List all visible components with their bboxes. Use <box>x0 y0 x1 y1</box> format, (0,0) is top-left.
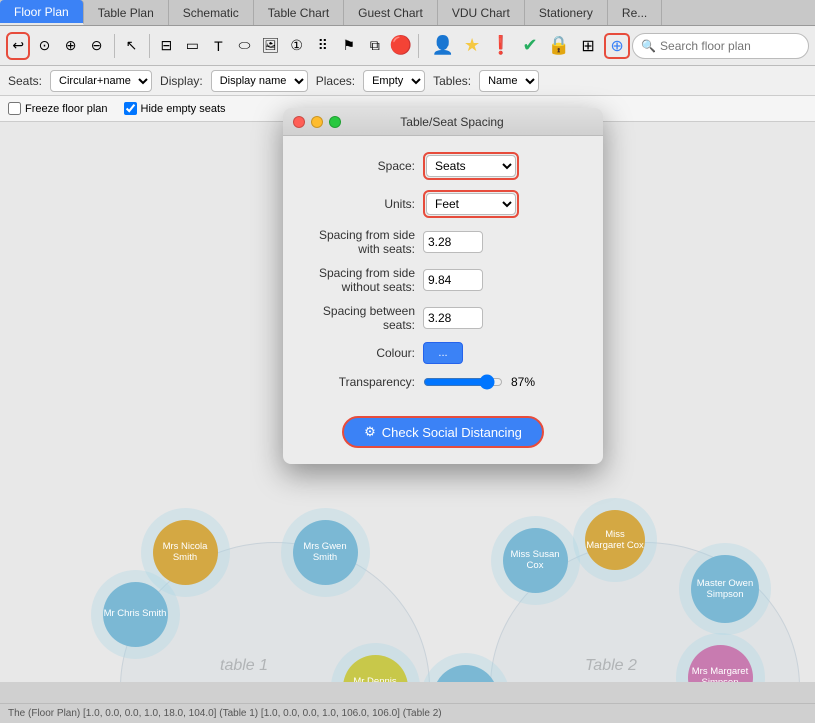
status-bar: The (Floor Plan) [1.0, 0.0, 0.0, 1.0, 18… <box>0 703 815 723</box>
ruler-tool[interactable]: ⊟ <box>154 32 178 60</box>
color-tool[interactable]: 🔴 <box>389 32 413 60</box>
search-box: 🔍 <box>632 33 809 59</box>
tab-re[interactable]: Re... <box>608 0 662 25</box>
spacing-between-input[interactable] <box>423 307 483 329</box>
tab-stationery[interactable]: Stationery <box>525 0 608 25</box>
rect-tool[interactable]: ▭ <box>180 32 204 60</box>
zoom-out-button[interactable]: ⊖ <box>85 32 109 60</box>
spacing-between-label: Spacing between seats: <box>303 304 423 332</box>
grid-icon[interactable]: ⊞ <box>575 33 601 59</box>
space-label: Space: <box>303 159 423 173</box>
spacing-side-seats-label: Spacing from side with seats: <box>303 228 423 256</box>
colour-button[interactable]: ... <box>423 342 463 364</box>
number-tool[interactable]: ① <box>285 32 309 60</box>
tab-table-chart[interactable]: Table Chart <box>254 0 344 25</box>
spacing-side-no-seats-row: Spacing from side without seats: <box>303 266 583 294</box>
seats-select[interactable]: Circular+name <box>50 70 152 92</box>
gear-icon: ⚙ <box>364 424 376 440</box>
hide-empty-label[interactable]: Hide empty seats <box>124 102 226 115</box>
places-label: Places: <box>316 74 355 88</box>
exclaim-icon[interactable]: ❗ <box>488 33 514 59</box>
transparency-slider[interactable] <box>423 374 503 390</box>
transparency-row: Transparency: 87% <box>303 374 583 390</box>
seat-10[interactable]: Master Owen Simpson <box>691 555 759 623</box>
spacing-between-row: Spacing between seats: <box>303 304 583 332</box>
dialog-body: Space: Seats Tables Units: Feet Metres <box>283 136 603 416</box>
display-select[interactable]: Display name <box>211 70 308 92</box>
tab-guest-chart[interactable]: Guest Chart <box>344 0 438 25</box>
separator3 <box>418 34 419 58</box>
freeze-label[interactable]: Freeze floor plan <box>8 102 108 115</box>
seat-8[interactable]: Miss Susan Cox <box>503 528 568 593</box>
display-label: Display: <box>160 74 203 88</box>
spacing-side-no-seats-input[interactable] <box>423 269 483 291</box>
transparency-label: Transparency: <box>303 375 423 389</box>
zoom-in-button[interactable]: ⊕ <box>59 32 83 60</box>
seat-9[interactable]: Miss Margaret Cox <box>585 510 645 570</box>
transparency-control: 87% <box>423 374 535 390</box>
check-icon[interactable]: ✔ <box>517 33 543 59</box>
search-input[interactable] <box>660 39 800 53</box>
places-select[interactable]: Empty <box>363 70 425 92</box>
freeze-checkbox[interactable] <box>8 102 21 115</box>
image-tool[interactable]: 🖼 <box>259 32 283 60</box>
tab-bar: Floor Plan Table Plan Schematic Table Ch… <box>0 0 815 26</box>
units-row: Units: Feet Metres <box>303 190 583 218</box>
hide-empty-checkbox[interactable] <box>124 102 137 115</box>
spacing-icon[interactable]: ⊕ <box>604 33 630 59</box>
dialog-title: Table/Seat Spacing <box>311 115 593 129</box>
tab-schematic[interactable]: Schematic <box>169 0 254 25</box>
dialog-footer: ⚙ Check Social Distancing <box>283 416 603 464</box>
stack-tool[interactable]: ⧉ <box>363 32 387 60</box>
separator1 <box>114 34 115 58</box>
flag-tool[interactable]: ⚑ <box>337 32 361 60</box>
options-bar: Seats: Circular+name Display: Display na… <box>0 66 815 96</box>
toolbar: ↩ ⊙ ⊕ ⊖ ↖ ⊟ ▭ T ⬭ 🖼 ① ⠿ ⚑ ⧉ 🔴 👤 ★ ❗ ✔ 🔒 … <box>0 26 815 66</box>
units-select[interactable]: Feet Metres <box>426 193 516 215</box>
select-tool[interactable]: ↖ <box>119 32 143 60</box>
spacing-side-seats-row: Spacing from side with seats: <box>303 228 583 256</box>
spacing-side-no-seats-label: Spacing from side without seats: <box>303 266 423 294</box>
spacing-side-seats-input[interactable] <box>423 231 483 253</box>
dialog-close-btn[interactable] <box>293 116 305 128</box>
colour-label: Colour: <box>303 346 423 360</box>
lock-icon[interactable]: 🔒 <box>546 33 572 59</box>
zoom-fit-button[interactable]: ⊙ <box>32 32 56 60</box>
check-social-distancing-button[interactable]: ⚙ Check Social Distancing <box>342 416 544 448</box>
icon-group: 👤 ★ ❗ ✔ 🔒 ⊞ ⊕ <box>430 33 630 59</box>
tab-floor-plan[interactable]: Floor Plan <box>0 0 84 25</box>
space-select[interactable]: Seats Tables <box>426 155 516 177</box>
tab-table-plan[interactable]: Table Plan <box>84 0 169 25</box>
dialog-titlebar: Table/Seat Spacing <box>283 108 603 136</box>
tables-select[interactable]: Name <box>479 70 539 92</box>
space-select-highlighted: Seats Tables <box>423 152 519 180</box>
dots-tool[interactable]: ⠿ <box>311 32 335 60</box>
seats-label: Seats: <box>8 74 42 88</box>
star-icon[interactable]: ★ <box>459 33 485 59</box>
colour-row: Colour: ... <box>303 342 583 364</box>
units-select-highlighted: Feet Metres <box>423 190 519 218</box>
text-tool[interactable]: T <box>206 32 230 60</box>
search-icon: 🔍 <box>641 39 656 53</box>
space-row: Space: Seats Tables <box>303 152 583 180</box>
seat-0[interactable]: Mrs Nicola Smith <box>153 520 218 585</box>
tables-label: Tables: <box>433 74 471 88</box>
separator2 <box>149 34 150 58</box>
undo-button[interactable]: ↩ <box>6 32 30 60</box>
shape-tool[interactable]: ⬭ <box>232 32 256 60</box>
seat-1[interactable]: Mr Chris Smith <box>103 582 168 647</box>
tab-vdu-chart[interactable]: VDU Chart <box>438 0 525 25</box>
transparency-value: 87% <box>511 375 535 389</box>
person-icon: 👤 <box>430 33 456 59</box>
seat-4[interactable]: Mrs Gwen Smith <box>293 520 358 585</box>
table-seat-spacing-dialog[interactable]: Table/Seat Spacing Space: Seats Tables U… <box>283 108 603 464</box>
units-label: Units: <box>303 197 423 211</box>
